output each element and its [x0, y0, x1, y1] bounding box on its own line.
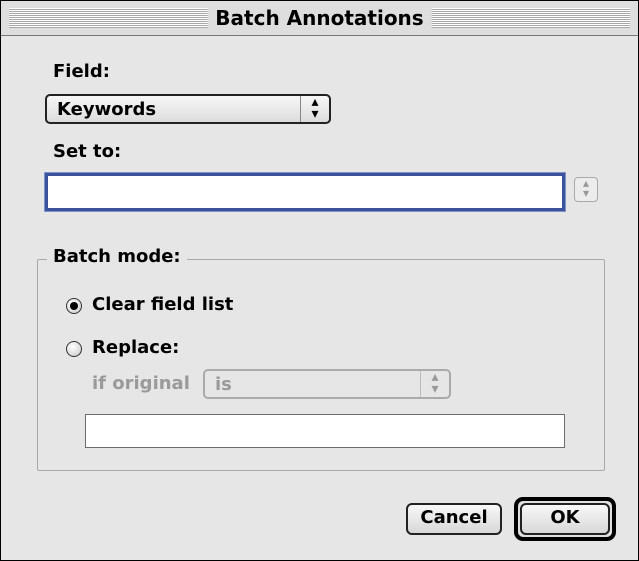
cancel-button[interactable]: Cancel: [406, 503, 502, 535]
clear-field-list-radio[interactable]: [66, 298, 82, 314]
replace-radio[interactable]: [66, 341, 82, 357]
ok-button[interactable]: OK: [520, 503, 610, 535]
title-bar[interactable]: Batch Annotations: [1, 1, 638, 36]
set-to-input[interactable]: [44, 172, 566, 212]
replace-input[interactable]: [85, 414, 565, 448]
batch-mode-title: Batch mode:: [47, 246, 187, 268]
field-label: Field:: [53, 61, 110, 82]
replace-label[interactable]: Replace:: [92, 337, 179, 359]
field-popup[interactable]: Keywords ▴ ▾: [45, 94, 331, 124]
batch-annotations-dialog: Batch Annotations Field: Keywords ▴ ▾ Set…: [0, 0, 639, 561]
clear-field-list-label[interactable]: Clear field list: [92, 294, 233, 316]
popup-arrows-icon: ▴ ▾: [300, 95, 329, 122]
field-popup-value: Keywords: [57, 99, 157, 120]
if-original-popup[interactable]: is ▴ ▾: [203, 369, 451, 399]
set-to-stepper[interactable]: ▴ ▾: [574, 177, 598, 202]
set-to-label: Set to:: [53, 141, 122, 162]
if-original-label: if original: [92, 373, 190, 394]
popup-arrows-icon: ▴ ▾: [420, 370, 449, 397]
dialog-title: Batch Annotations: [207, 6, 432, 30]
if-original-popup-value: is: [215, 374, 232, 395]
